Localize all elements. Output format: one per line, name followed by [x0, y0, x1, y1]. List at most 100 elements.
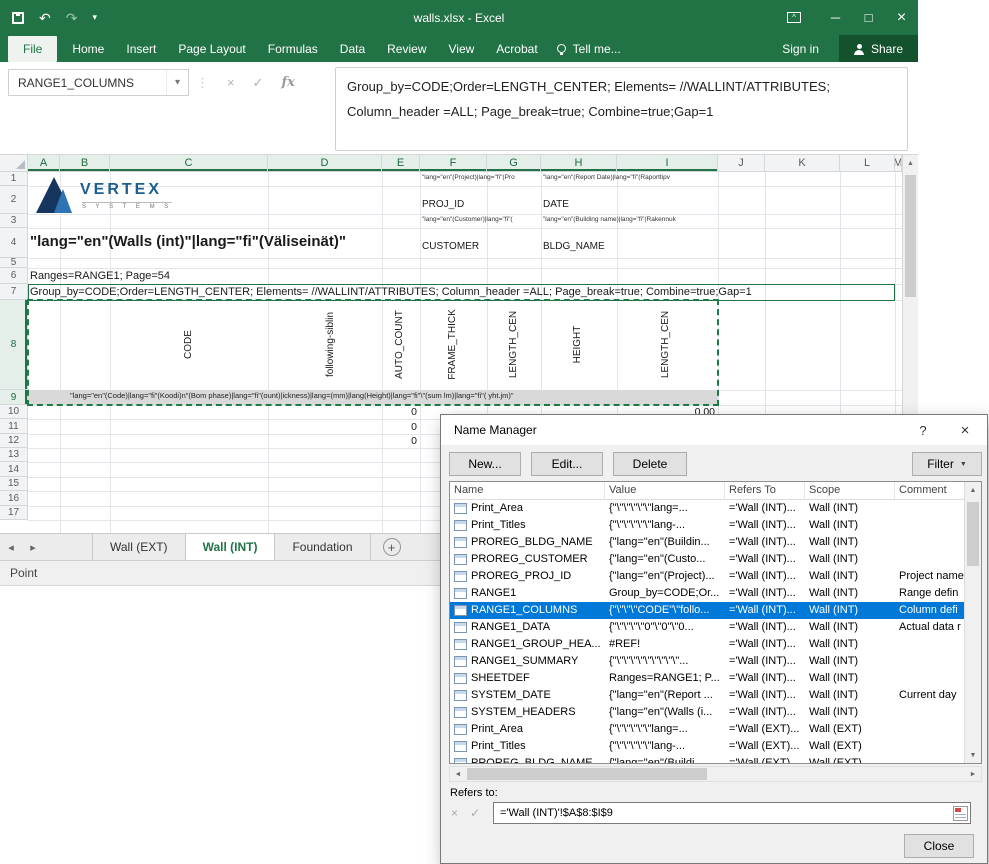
refers-to-input[interactable]: ='Wall (INT)'!$A$8:$I$9 — [493, 802, 971, 824]
name-row-proreg-proj-id[interactable]: PROREG_PROJ_ID {"lang="en"(Project)... =… — [450, 568, 981, 585]
row-header-17[interactable]: 17 — [0, 506, 28, 520]
sheet-tab-wall-ext[interactable]: Wall (EXT) — [92, 534, 186, 560]
col-header-f[interactable]: F — [420, 155, 487, 172]
name-row-proreg-bldg-name-ext[interactable]: PROREG_BLDG_NAME {"lang="en"(Buildi... =… — [450, 755, 981, 764]
tab-insert[interactable]: Insert — [115, 36, 167, 62]
row-header-5[interactable]: 5 — [0, 258, 28, 268]
row-header-11[interactable]: 11 — [0, 419, 28, 434]
rotated-header-length-cen[interactable]: LENGTH_CEN — [508, 302, 519, 387]
list-horizontal-scrollbar-thumb[interactable] — [467, 768, 707, 780]
col-header-g[interactable]: G — [487, 155, 541, 172]
close-button[interactable]: × — [885, 0, 918, 35]
cell-h3[interactable]: "lang="en"(Building name)|lang="fi"(Rake… — [543, 216, 716, 223]
vertical-scrollbar-thumb[interactable] — [905, 175, 916, 297]
tell-me-box[interactable]: Tell me... — [557, 42, 621, 56]
row-header-1[interactable]: 1 — [0, 172, 28, 186]
name-box-value[interactable]: RANGE1_COLUMNS — [9, 76, 166, 90]
share-button[interactable]: Share — [839, 35, 918, 62]
sheet-tab-wall-int[interactable]: Wall (INT) — [186, 534, 276, 560]
tab-data[interactable]: Data — [329, 36, 376, 62]
name-row-proreg-customer[interactable]: PROREG_CUSTOMER {"lang="en"(Custo... ='W… — [450, 551, 981, 568]
name-row-print-titles-ext[interactable]: Print_Titles {"\"\"\"\"\"lang-... ='Wall… — [450, 738, 981, 755]
tab-file[interactable]: File — [8, 36, 57, 62]
row-header-8[interactable]: 8 — [0, 300, 28, 390]
sign-in-link[interactable]: Sign in — [762, 42, 839, 56]
insert-function-icon[interactable]: fx — [282, 75, 295, 90]
name-row-range1-columns-selected[interactable]: RANGE1_COLUMNS {"\"\"\"CODE"\"follo... =… — [450, 602, 981, 619]
edit-button[interactable]: Edit... — [531, 452, 603, 476]
new-sheet-icon[interactable]: + — [383, 538, 401, 556]
row-header-9[interactable]: 9 — [0, 390, 28, 405]
col-header-refers-to[interactable]: Refers To — [725, 482, 805, 499]
rotated-header-length-cen-2[interactable]: LENGTH_CEN — [660, 302, 671, 387]
row-header-3[interactable]: 3 — [0, 214, 28, 228]
row-header-12[interactable]: 12 — [0, 434, 28, 448]
name-row-sheetdef[interactable]: SHEETDEF Ranges=RANGE1; P... ='Wall (INT… — [450, 670, 981, 687]
col-header-a[interactable]: A — [28, 155, 60, 172]
cell-a6[interactable]: Ranges=RANGE1; Page=54 — [30, 270, 170, 282]
cell-e11[interactable]: 0 — [385, 421, 417, 433]
list-scroll-up-icon[interactable]: ▲ — [965, 482, 981, 498]
tab-home[interactable]: Home — [61, 36, 115, 62]
scroll-up-icon[interactable]: ▲ — [903, 155, 918, 171]
undo-icon[interactable]: ↶ — [39, 11, 51, 25]
refers-to-value[interactable]: ='Wall (INT)'!$A$8:$I$9 — [494, 807, 953, 819]
new-button[interactable]: New... — [449, 452, 521, 476]
row-header-16[interactable]: 16 — [0, 491, 28, 506]
row-header-6[interactable]: 6 — [0, 268, 28, 284]
name-row-range1-summary[interactable]: RANGE1_SUMMARY {"\"\"\"\"\"\"\"\"\"... =… — [450, 653, 981, 670]
row-header-2[interactable]: 2 — [0, 186, 28, 214]
names-list[interactable]: Name Value Refers To Scope Comment Print… — [449, 481, 982, 764]
redo-icon[interactable]: ↷ — [66, 11, 78, 25]
name-box-caret-icon[interactable]: ▾ — [166, 70, 188, 95]
dialog-close-button[interactable]: Close — [904, 834, 974, 858]
row-header-10[interactable]: 10 — [0, 405, 28, 419]
list-vertical-scrollbar[interactable]: ▲ ▼ — [964, 482, 981, 763]
rotated-header-frame-thick[interactable]: FRAME_THICK — [447, 302, 458, 387]
name-row-range1-group-header[interactable]: RANGE1_GROUP_HEA... #REF! ='Wall (INT)..… — [450, 636, 981, 653]
tab-view[interactable]: View — [438, 36, 486, 62]
col-header-m[interactable]: M — [895, 155, 902, 172]
name-row-proreg-bldg-name[interactable]: PROREG_BLDG_NAME {"lang="en"(Buildin... … — [450, 534, 981, 551]
refers-enter-icon[interactable]: ✓ — [470, 806, 480, 820]
maximize-button[interactable]: □ — [852, 0, 885, 35]
dialog-help-icon[interactable]: ? — [902, 416, 944, 445]
col-header-name[interactable]: Name — [450, 482, 605, 499]
filter-button[interactable]: Filter ▼ — [912, 452, 982, 476]
col-header-scope[interactable]: Scope — [805, 482, 895, 499]
tab-formulas[interactable]: Formulas — [257, 36, 329, 62]
save-icon[interactable] — [12, 12, 24, 24]
cell-h2[interactable]: DATE — [543, 199, 569, 210]
enter-icon[interactable]: ✓ — [253, 75, 264, 91]
col-header-h[interactable]: H — [541, 155, 617, 172]
row-header-13[interactable]: 13 — [0, 448, 28, 462]
tab-review[interactable]: Review — [376, 36, 437, 62]
tab-acrobat[interactable]: Acrobat — [485, 36, 548, 62]
collapse-dialog-range-icon[interactable] — [953, 806, 968, 821]
row-header-4[interactable]: 4 — [0, 228, 28, 258]
col-header-j[interactable]: J — [718, 155, 765, 172]
refers-cancel-icon[interactable]: × — [451, 806, 458, 820]
formula-bar-input[interactable]: Group_by=CODE;Order=LENGTH_CENTER; Eleme… — [335, 67, 908, 151]
cell-f2[interactable]: PROJ_ID — [422, 199, 464, 210]
customize-qat-caret-icon[interactable]: ▾ — [92, 13, 97, 22]
cell-row9-labels[interactable]: "lang="en"(Code)|lang="fi"(Koodi)n"(Bom … — [70, 391, 715, 400]
cell-a7[interactable]: Group_by=CODE;Order=LENGTH_CENTER; Eleme… — [30, 286, 892, 298]
list-scroll-down-icon[interactable]: ▼ — [965, 747, 981, 763]
cancel-icon[interactable]: × — [227, 75, 235, 90]
cell-h4[interactable]: BLDG_NAME — [543, 241, 605, 252]
list-scroll-right-icon[interactable]: ► — [965, 767, 981, 781]
name-row-system-date[interactable]: SYSTEM_DATE {"lang="en"(Report ... ='Wal… — [450, 687, 981, 704]
col-header-l[interactable]: L — [840, 155, 895, 172]
select-all-corner[interactable] — [0, 155, 28, 172]
cell-a4-title[interactable]: "lang="en"(Walls (int)"|lang="fi"(Välise… — [30, 233, 382, 250]
minimize-button[interactable]: ─ — [819, 0, 852, 35]
row-header-7[interactable]: 7 — [0, 284, 28, 300]
cell-f1[interactable]: "lang="en"(Project)|lang="fi"(Pro — [422, 174, 539, 181]
list-horizontal-scrollbar[interactable]: ◄ ► — [449, 766, 982, 782]
name-row-range1-data[interactable]: RANGE1_DATA {"\"\"\"\"0"\"0"\"0... ='Wal… — [450, 619, 981, 636]
col-header-i[interactable]: I — [617, 155, 718, 172]
name-row-system-headers[interactable]: SYSTEM_HEADERS {"lang="en"(Walls (i... =… — [450, 704, 981, 721]
row-header-14[interactable]: 14 — [0, 462, 28, 477]
col-header-value[interactable]: Value — [605, 482, 725, 499]
